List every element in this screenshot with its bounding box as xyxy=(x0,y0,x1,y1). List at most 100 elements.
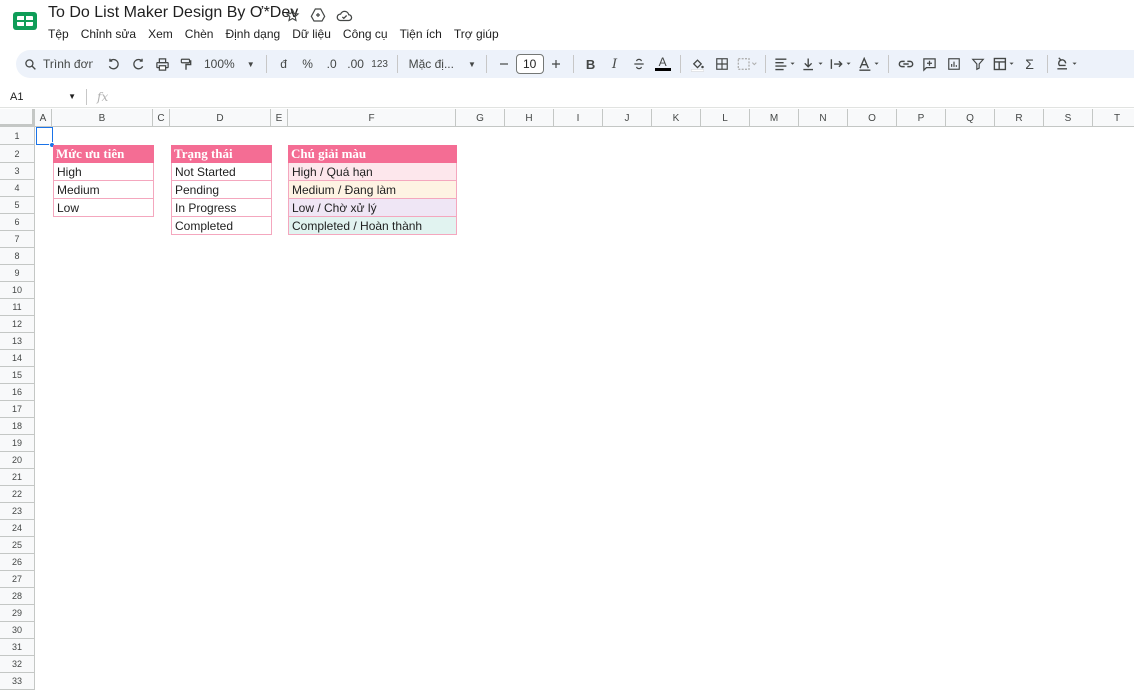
star-icon[interactable] xyxy=(283,6,301,24)
column-header[interactable]: R xyxy=(995,109,1044,127)
italic-button[interactable]: I xyxy=(603,52,627,76)
insert-comment-icon[interactable] xyxy=(918,52,942,76)
row-header[interactable]: 32 xyxy=(0,656,34,673)
column-header[interactable]: J xyxy=(603,109,652,127)
column-header[interactable]: A xyxy=(35,109,52,127)
row-header[interactable]: 31 xyxy=(0,639,34,656)
row-header[interactable]: 20 xyxy=(0,452,34,469)
text-color-button[interactable]: A xyxy=(651,52,675,76)
font-size-input[interactable]: 10 xyxy=(515,54,544,74)
status-item[interactable]: Not Started xyxy=(171,163,272,181)
column-header[interactable]: S xyxy=(1044,109,1093,127)
row-header[interactable]: 23 xyxy=(0,503,34,520)
menu-file[interactable]: Tệp xyxy=(42,25,75,43)
priority-item[interactable]: Low xyxy=(53,199,154,217)
menu-format[interactable]: Định dạng xyxy=(219,25,286,43)
status-item[interactable]: Completed xyxy=(171,217,272,235)
print-icon[interactable] xyxy=(150,52,174,76)
borders-icon[interactable] xyxy=(710,52,734,76)
move-to-drive-icon[interactable] xyxy=(309,6,327,24)
column-header[interactable]: P xyxy=(897,109,946,127)
priority-item[interactable]: Medium xyxy=(53,181,154,199)
row-header[interactable]: 7 xyxy=(0,231,34,248)
row-header[interactable]: 17 xyxy=(0,401,34,418)
column-header[interactable]: I xyxy=(554,109,603,127)
text-rotation-icon[interactable] xyxy=(855,52,883,76)
priority-item[interactable]: High xyxy=(53,163,154,181)
column-header[interactable]: C xyxy=(153,109,170,127)
insert-chart-icon[interactable] xyxy=(942,52,966,76)
document-title[interactable]: To Do List Maker Design By Ơ*Dev xyxy=(48,4,298,22)
filter-icon[interactable] xyxy=(966,52,990,76)
menu-extensions[interactable]: Tiện ích xyxy=(394,25,448,43)
column-header[interactable]: Q xyxy=(946,109,995,127)
row-header[interactable]: 5 xyxy=(0,197,34,214)
row-header[interactable]: 6 xyxy=(0,214,34,231)
percent-format-button[interactable]: % xyxy=(296,52,320,76)
column-header[interactable]: L xyxy=(701,109,750,127)
more-formats-button[interactable]: 123 xyxy=(368,52,392,76)
menu-help[interactable]: Trợ giúp xyxy=(448,25,505,43)
input-tools-icon[interactable] xyxy=(1053,52,1081,76)
legend-item-completed[interactable]: Completed / Hoàn thành xyxy=(288,217,457,235)
currency-format-button[interactable]: đ xyxy=(272,52,296,76)
menu-insert[interactable]: Chèn xyxy=(179,25,220,43)
horizontal-align-icon[interactable] xyxy=(771,52,799,76)
column-header[interactable]: G xyxy=(456,109,505,127)
row-header[interactable]: 9 xyxy=(0,265,34,282)
row-header[interactable]: 33 xyxy=(0,673,34,690)
column-header[interactable]: O xyxy=(848,109,897,127)
column-header[interactable]: D xyxy=(170,109,271,127)
row-header[interactable]: 2 xyxy=(0,145,34,163)
font-select[interactable]: Mặc đị... ▼ xyxy=(403,57,481,71)
column-header[interactable]: K xyxy=(652,109,701,127)
row-header[interactable]: 13 xyxy=(0,333,34,350)
vertical-align-icon[interactable] xyxy=(799,52,827,76)
column-header[interactable]: F xyxy=(288,109,456,127)
menu-view[interactable]: Xem xyxy=(142,25,179,43)
row-header[interactable]: 11 xyxy=(0,299,34,316)
formula-input[interactable] xyxy=(120,90,1021,103)
row-header[interactable]: 3 xyxy=(0,163,34,180)
sheets-logo-icon[interactable] xyxy=(12,10,38,32)
row-header[interactable]: 24 xyxy=(0,520,34,537)
row-header[interactable]: 14 xyxy=(0,350,34,367)
insert-link-icon[interactable] xyxy=(894,52,918,76)
select-all-corner[interactable] xyxy=(0,109,35,127)
status-item[interactable]: Pending xyxy=(171,181,272,199)
row-header[interactable]: 28 xyxy=(0,588,34,605)
status-header[interactable]: Trạng thái xyxy=(171,145,272,163)
row-header[interactable]: 19 xyxy=(0,435,34,452)
priority-header[interactable]: Mức ưu tiên xyxy=(53,145,154,163)
legend-header[interactable]: Chú giải màu xyxy=(288,145,457,163)
increase-decimal-button[interactable]: .00 xyxy=(344,52,368,76)
row-header[interactable]: 25 xyxy=(0,537,34,554)
legend-item-medium[interactable]: Medium / Đang làm xyxy=(288,181,457,199)
menu-edit[interactable]: Chỉnh sửa xyxy=(75,25,142,43)
column-header[interactable]: H xyxy=(505,109,554,127)
menu-search-input[interactable] xyxy=(43,57,93,71)
row-header[interactable]: 10 xyxy=(0,282,34,299)
merge-cells-icon[interactable] xyxy=(734,52,760,76)
undo-icon[interactable] xyxy=(102,52,126,76)
row-header[interactable]: 15 xyxy=(0,367,34,384)
decrease-decimal-button[interactable]: .0 xyxy=(320,52,344,76)
bold-button[interactable]: B xyxy=(579,52,603,76)
column-header[interactable]: T xyxy=(1093,109,1134,127)
increase-font-size-icon[interactable] xyxy=(544,52,568,76)
functions-button[interactable]: Σ xyxy=(1018,52,1042,76)
zoom-select[interactable]: 100% ▼ xyxy=(198,57,261,71)
row-header[interactable]: 4 xyxy=(0,180,34,197)
cloud-saved-icon[interactable] xyxy=(335,6,353,24)
menu-data[interactable]: Dữ liệu xyxy=(286,25,337,43)
row-header[interactable]: 1 xyxy=(0,127,34,145)
row-header[interactable]: 27 xyxy=(0,571,34,588)
column-header[interactable]: B xyxy=(52,109,153,127)
strikethrough-icon[interactable] xyxy=(627,52,651,76)
column-header[interactable]: N xyxy=(799,109,848,127)
column-header[interactable]: M xyxy=(750,109,799,127)
legend-item-high[interactable]: High / Quá hạn xyxy=(288,163,457,181)
row-header[interactable]: 30 xyxy=(0,622,34,639)
name-box[interactable]: A1 ▼ xyxy=(0,91,80,103)
paint-format-icon[interactable] xyxy=(174,52,198,76)
